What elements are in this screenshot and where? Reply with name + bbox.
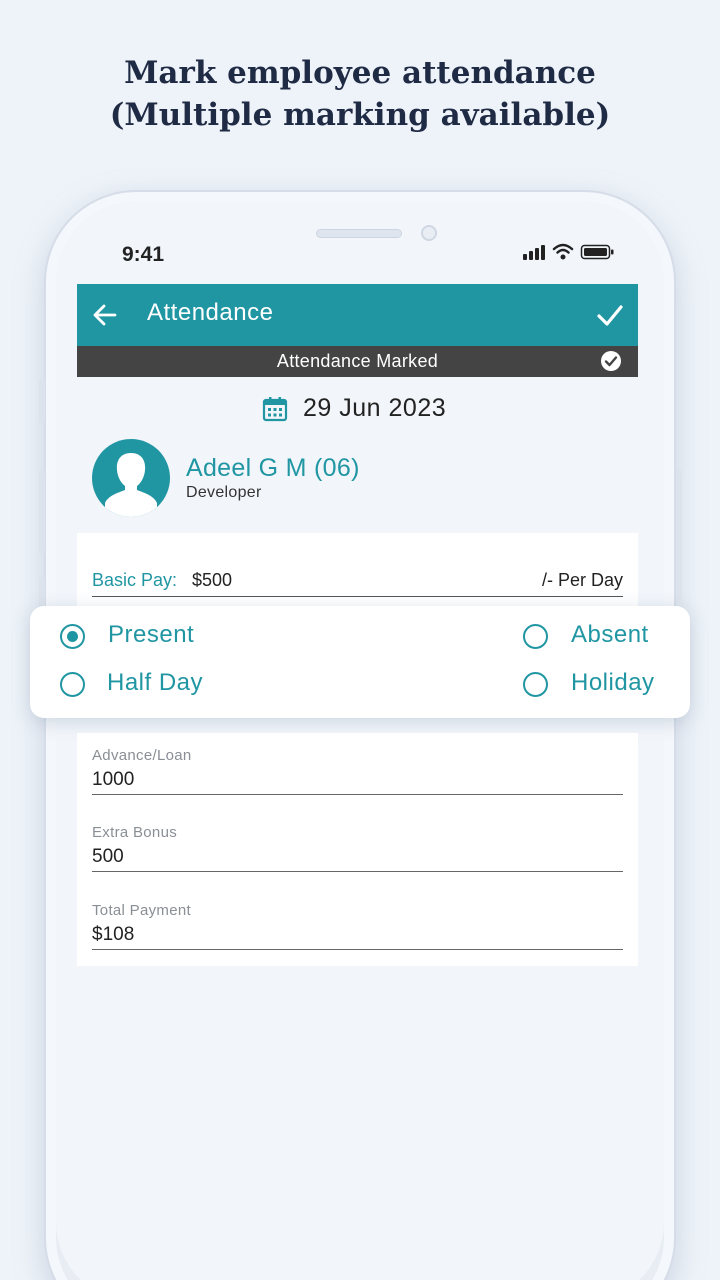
page-title: Attendance — [147, 299, 274, 326]
status-time: 9:41 — [122, 243, 165, 266]
basic-pay-label: Basic Pay: — [92, 570, 178, 590]
advance-loan-label: Advance/Loan — [92, 747, 192, 764]
check-circle-icon — [601, 351, 621, 371]
basic-pay-card: Basic Pay: $500 /- Per Day — [77, 533, 638, 613]
extra-bonus-field[interactable]: Extra Bonus 500 — [92, 824, 623, 872]
attendance-marked-banner: Attendance Marked — [77, 346, 638, 377]
payment-fields-card: Advance/Loan 1000 Extra Bonus 500 Total … — [77, 733, 638, 966]
basic-pay-value: $500 — [192, 570, 233, 590]
phone-camera — [421, 225, 437, 241]
option-half-day-label: Half Day — [107, 669, 204, 696]
phone-volume-up-button — [39, 470, 45, 554]
promo-title-line1: Mark employee attendance — [124, 55, 596, 91]
phone-speaker — [316, 229, 402, 238]
radio-half-day[interactable] — [60, 672, 85, 697]
signal-icon — [523, 245, 545, 260]
radio-holiday[interactable] — [523, 672, 548, 697]
advance-loan-field[interactable]: Advance/Loan 1000 — [92, 747, 623, 795]
total-payment-field[interactable]: Total Payment $108 — [92, 902, 623, 950]
check-icon[interactable] — [596, 301, 624, 329]
avatar — [92, 439, 170, 517]
attendance-date: 29 Jun 2023 — [303, 394, 447, 422]
radio-present[interactable] — [60, 624, 85, 649]
promo-title-line2: (Multiple marking available) — [109, 97, 611, 133]
attendance-options-card: Present Absent Half Day Holiday — [30, 606, 690, 718]
employee-role: Developer — [186, 484, 262, 501]
wifi-icon — [552, 243, 574, 260]
extra-bonus-value[interactable]: 500 — [92, 846, 124, 868]
basic-pay-row: Basic Pay: $500 /- Per Day — [92, 567, 623, 597]
basic-pay-unit: /- Per Day — [541, 570, 623, 590]
total-payment-value[interactable]: $108 — [92, 924, 134, 946]
promo-title: Mark employee attendance (Multiple marki… — [0, 52, 720, 136]
calendar-icon — [262, 397, 288, 422]
total-payment-label: Total Payment — [92, 902, 191, 919]
option-holiday-label: Holiday — [571, 669, 655, 696]
extra-bonus-label: Extra Bonus — [92, 824, 178, 841]
status-icons — [520, 242, 620, 262]
phone-side-button — [39, 378, 45, 424]
advance-loan-value[interactable]: 1000 — [92, 769, 134, 791]
battery-icon — [580, 244, 614, 260]
arrow-left-icon[interactable] — [91, 301, 119, 329]
option-absent-label: Absent — [571, 621, 649, 648]
radio-absent[interactable] — [523, 624, 548, 649]
app-bar: Attendance — [77, 284, 638, 346]
option-present-label: Present — [108, 621, 195, 648]
person-silhouette-icon — [105, 453, 157, 517]
phone-power-button — [676, 470, 682, 600]
employee-name: Adeel G M (06) — [186, 454, 360, 482]
banner-text: Attendance Marked — [276, 351, 439, 371]
